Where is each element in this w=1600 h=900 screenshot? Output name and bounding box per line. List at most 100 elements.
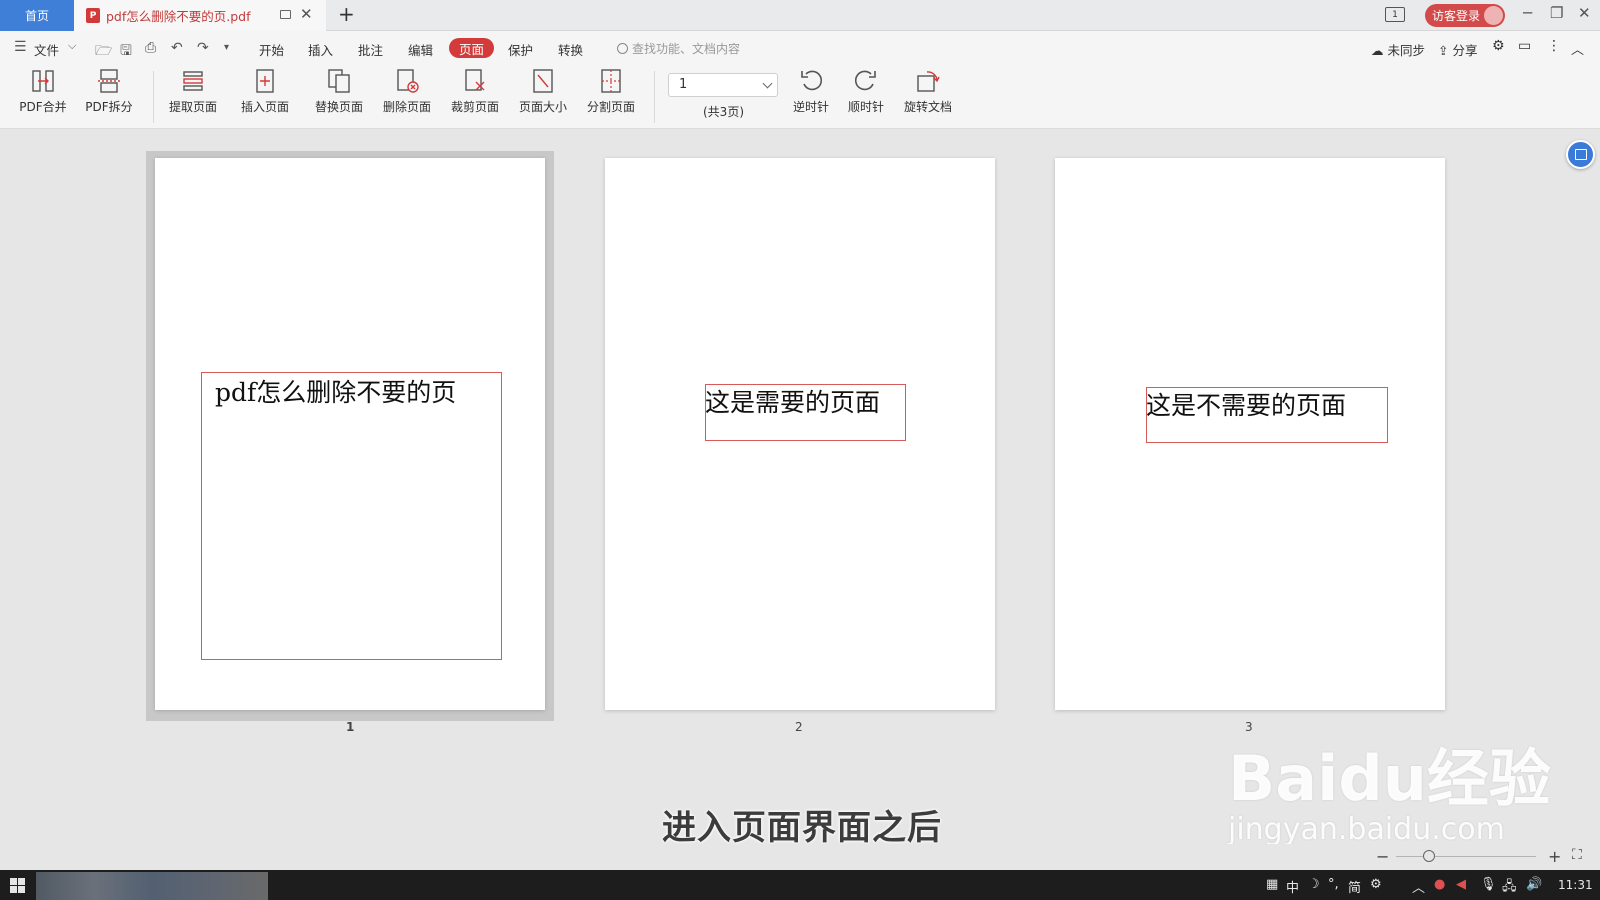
- search-icon: [617, 43, 628, 54]
- page-total: (共3页): [703, 105, 744, 119]
- text-box-outline: [201, 372, 502, 660]
- page-number-label-2: 2: [795, 720, 803, 734]
- tab-float-icon[interactable]: [280, 10, 291, 19]
- page-3-text: 这是不需要的页面: [1146, 391, 1347, 420]
- ime-moon-icon[interactable]: ☽: [1308, 877, 1320, 892]
- page-number-value: 1: [679, 77, 688, 92]
- zoom-slider-handle[interactable]: [1423, 850, 1435, 862]
- print-icon[interactable]: ⎙: [145, 40, 156, 56]
- menu-convert[interactable]: 转换: [558, 40, 583, 59]
- sync-status-label: 未同步: [1387, 43, 1425, 58]
- divide-page-button[interactable]: 分割页面: [578, 68, 644, 115]
- tab-home-label: 首页: [24, 9, 49, 23]
- delete-page-label: 删除页面: [382, 100, 431, 114]
- menu-file[interactable]: 文件: [34, 40, 59, 59]
- quick-access-dropdown-icon[interactable]: ▾: [224, 42, 229, 53]
- close-window-button[interactable]: ✕: [1578, 4, 1591, 22]
- floating-toolbox-icon[interactable]: [1566, 140, 1595, 169]
- zoom-out-button[interactable]: −: [1376, 847, 1389, 866]
- new-tab-button[interactable]: +: [338, 2, 355, 26]
- rotate-clockwise-label: 顺时针: [847, 100, 884, 114]
- rotate-document-button[interactable]: 旋转文档: [895, 68, 961, 115]
- insert-page-button[interactable]: 插入页面: [232, 68, 298, 115]
- delete-page-icon: [397, 69, 419, 93]
- ime-chinese-mode[interactable]: 中: [1286, 877, 1299, 896]
- comment-icon[interactable]: ▭: [1518, 38, 1531, 54]
- page-1-text: pdf怎么删除不要的页: [215, 378, 457, 407]
- zoom-slider-track[interactable]: [1396, 856, 1536, 857]
- replace-page-button[interactable]: 替换页面: [306, 68, 372, 115]
- collapse-ribbon-icon[interactable]: ︿: [1571, 39, 1584, 58]
- watermark-main: Baidu经验: [1228, 742, 1551, 815]
- rotate-document-icon: [917, 71, 940, 92]
- rotate-clockwise-button[interactable]: 顺时针: [833, 68, 899, 115]
- divide-page-icon: [601, 69, 621, 93]
- insert-page-label: 插入页面: [240, 100, 289, 114]
- page-thumbnail-1[interactable]: pdf怎么删除不要的页: [155, 158, 545, 710]
- undo-icon[interactable]: ↶: [171, 40, 183, 56]
- pdf-split-button[interactable]: PDF拆分: [76, 68, 142, 115]
- delete-page-button[interactable]: 删除页面: [374, 68, 440, 115]
- menu-insert[interactable]: 插入: [308, 40, 333, 59]
- volume-icon[interactable]: 🔊: [1526, 877, 1542, 892]
- view-mode-label: 1: [1392, 9, 1398, 20]
- page-thumbnail-3[interactable]: 这是不需要的页面: [1055, 158, 1445, 710]
- menu-page[interactable]: 页面: [449, 38, 494, 58]
- search-placeholder: 查找功能、文档内容: [632, 42, 741, 56]
- menu-annotate[interactable]: 批注: [358, 40, 383, 59]
- crop-page-button[interactable]: 裁剪页面: [442, 68, 508, 115]
- rotate-left-icon: [801, 70, 823, 91]
- page-ribbon: PDF合并 PDF拆分 提取页面 插入页面 替换页面 删除页面 裁剪页面 页面大…: [0, 63, 1600, 129]
- clock-time[interactable]: 11:31: [1558, 878, 1593, 892]
- visitor-login-button[interactable]: 访客登录: [1425, 4, 1505, 27]
- microphone-icon[interactable]: 🎙: [1480, 877, 1497, 892]
- fullscreen-icon[interactable]: ⛶: [1572, 847, 1582, 863]
- tab-document[interactable]: P pdf怎么删除不要的页.pdf ✕: [74, 0, 326, 31]
- ime-simplified-mode[interactable]: 简: [1348, 877, 1361, 896]
- tab-close-icon[interactable]: ✕: [300, 5, 313, 23]
- crop-page-icon: [465, 69, 485, 91]
- more-options-icon[interactable]: ⋮: [1547, 38, 1561, 54]
- baidu-watermark: Baidu经验 jingyan.baidu.com: [1228, 728, 1551, 847]
- search-box[interactable]: 查找功能、文档内容: [617, 40, 740, 57]
- ime-grid-icon[interactable]: ▦: [1266, 877, 1278, 892]
- extract-page-icon: [183, 71, 203, 91]
- share-button[interactable]: ⇪ 分享: [1438, 40, 1477, 59]
- replace-page-icon: [328, 69, 350, 93]
- rotate-document-label: 旋转文档: [903, 100, 952, 114]
- zoom-in-button[interactable]: +: [1548, 847, 1561, 866]
- pdf-merge-button[interactable]: PDF合并: [10, 68, 76, 115]
- tray-expand-icon[interactable]: ︿: [1412, 877, 1425, 896]
- menu-start[interactable]: 开始: [259, 40, 284, 59]
- restore-button[interactable]: ❐: [1550, 4, 1563, 22]
- page-number-select[interactable]: 1: [668, 73, 778, 97]
- minimize-button[interactable]: ─: [1523, 4, 1532, 22]
- save-icon[interactable]: 🖫: [120, 40, 132, 64]
- open-folder-icon[interactable]: 🗁: [95, 40, 112, 64]
- redo-icon[interactable]: ↷: [197, 40, 209, 56]
- tab-document-title: pdf怎么删除不要的页.pdf: [106, 9, 251, 24]
- tray-app-icon[interactable]: ●: [1434, 877, 1445, 892]
- insert-page-icon: [256, 69, 274, 93]
- network-icon[interactable]: 🖧: [1502, 877, 1517, 899]
- sync-status[interactable]: ☁ 未同步: [1371, 40, 1425, 59]
- tab-home[interactable]: 首页: [0, 0, 74, 31]
- merge-icon: [32, 70, 54, 92]
- avatar: [1484, 6, 1503, 25]
- menu-edit[interactable]: 编辑: [408, 40, 433, 59]
- extract-page-label: 提取页面: [168, 100, 217, 114]
- settings-gear-icon[interactable]: ⚙: [1492, 38, 1505, 54]
- windows-start-icon[interactable]: [10, 878, 25, 893]
- menu-protect[interactable]: 保护: [508, 40, 533, 59]
- ime-punctuation-icon[interactable]: °,: [1328, 877, 1339, 892]
- divide-page-label: 分割页面: [586, 100, 635, 114]
- page-thumbnail-2[interactable]: 这是需要的页面: [605, 158, 995, 710]
- taskbar-app-thumbnail[interactable]: [36, 872, 268, 900]
- view-mode-icon[interactable]: 1: [1385, 7, 1405, 22]
- ime-settings-icon[interactable]: ⚙: [1370, 877, 1382, 892]
- page-size-button[interactable]: 页面大小: [510, 68, 576, 115]
- extract-page-button[interactable]: 提取页面: [160, 68, 226, 115]
- chevron-down-icon[interactable]: ⌵: [68, 39, 76, 53]
- tray-alert-icon[interactable]: ◀: [1456, 877, 1466, 892]
- hamburger-icon[interactable]: ☰: [14, 39, 27, 55]
